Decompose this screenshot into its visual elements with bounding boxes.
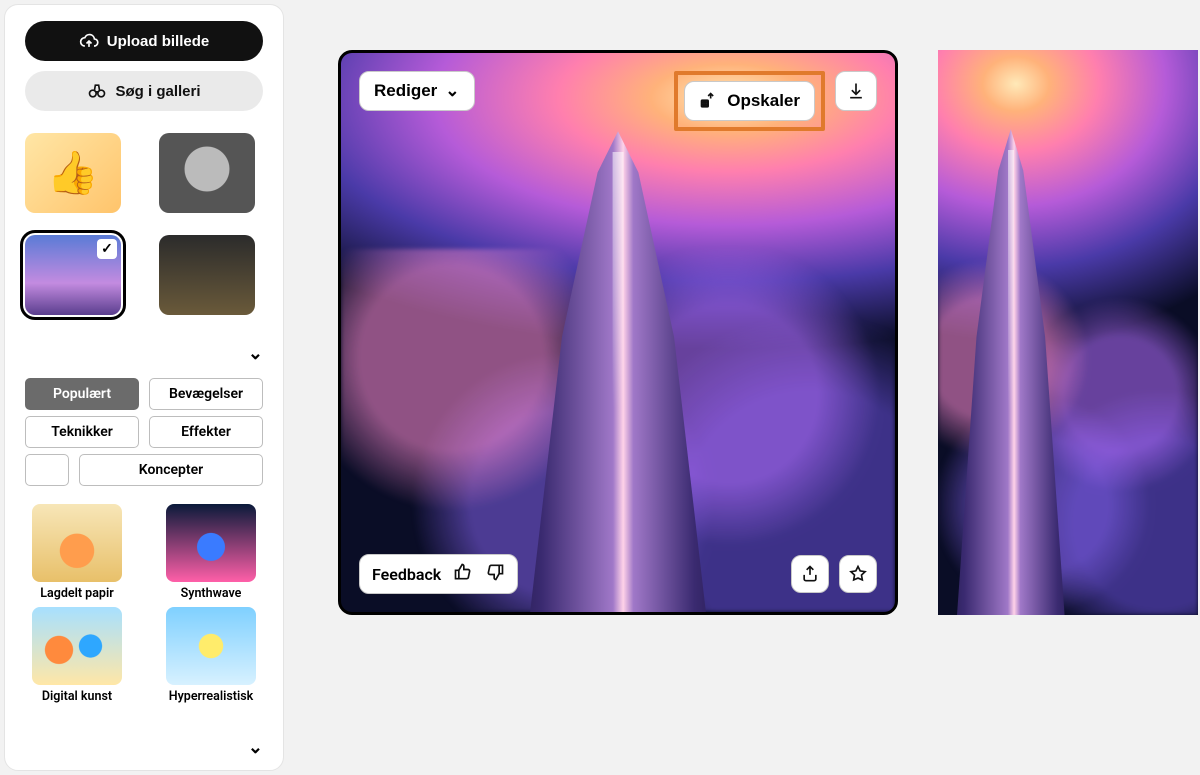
edit-label: Rediger: [374, 81, 437, 101]
share-icon: [800, 564, 820, 584]
chevron-down-icon: ⌄: [445, 81, 459, 101]
chevron-down-icon[interactable]: ⌄: [248, 343, 263, 364]
tutorial-highlight: Opskaler: [674, 71, 825, 131]
tab-concepts[interactable]: Koncepter: [79, 454, 263, 486]
share-button[interactable]: [791, 555, 829, 593]
search-gallery-label: Søg i galleri: [115, 83, 200, 100]
upscale-icon: [699, 91, 719, 111]
star-icon: [848, 564, 868, 584]
canvas-area: Rediger ⌄ Opskaler: [288, 0, 1200, 775]
thumbs-up-icon: [453, 562, 473, 582]
check-icon: ✓: [97, 239, 117, 259]
search-gallery-button[interactable]: Søg i galleri: [25, 71, 263, 111]
style-grid: Lagdelt papir Synthwave Digital kunst Hy…: [25, 504, 263, 704]
style-label: Synthwave: [181, 586, 242, 601]
style-label: Digital kunst: [42, 689, 112, 704]
style-thumb-hyperrealistic[interactable]: [166, 607, 256, 685]
cloud-upload-icon: [79, 31, 99, 51]
generated-image-card[interactable]: Rediger ⌄ Opskaler: [338, 50, 898, 615]
reference-thumb-selected[interactable]: ✓: [25, 235, 121, 315]
upscale-button[interactable]: Opskaler: [684, 81, 815, 121]
chevron-down-icon[interactable]: ⌄: [248, 737, 263, 758]
reference-thumb[interactable]: [25, 133, 121, 213]
style-thumb-synthwave[interactable]: [166, 504, 256, 582]
sidebar: Upload billede Søg i galleri ✓ ⌄ Populær…: [4, 4, 284, 771]
upload-image-label: Upload billede: [107, 33, 210, 50]
style-label: Lagdelt papir: [40, 586, 113, 601]
thumbs-up-button[interactable]: [453, 562, 473, 586]
style-thumb-layered-paper[interactable]: [32, 504, 122, 582]
reference-thumb[interactable]: [159, 133, 255, 213]
reference-thumbnails: ✓: [25, 133, 263, 315]
generated-image-card-next[interactable]: [938, 50, 1198, 615]
tab-popular[interactable]: Populært: [25, 378, 139, 410]
upscale-label: Opskaler: [727, 91, 800, 111]
reference-thumb[interactable]: [159, 235, 255, 315]
feedback-pill: Feedback: [359, 554, 518, 594]
feedback-label: Feedback: [372, 565, 441, 584]
thumbs-down-button[interactable]: [485, 562, 505, 586]
style-label: Hyperrealistisk: [169, 689, 254, 704]
binoculars-icon: [87, 81, 107, 101]
tab-effects[interactable]: Effekter: [149, 416, 263, 448]
style-thumb-digital-art[interactable]: [32, 607, 122, 685]
tab-techniques[interactable]: Teknikker: [25, 416, 139, 448]
upload-image-button[interactable]: Upload billede: [25, 21, 263, 61]
thumbs-down-icon: [485, 562, 505, 582]
favorite-button[interactable]: [839, 555, 877, 593]
tab-extra[interactable]: [25, 454, 69, 486]
download-button[interactable]: [835, 71, 877, 111]
download-icon: [846, 81, 866, 101]
edit-dropdown-button[interactable]: Rediger ⌄: [359, 71, 475, 111]
tab-movements[interactable]: Bevægelser: [149, 378, 263, 410]
